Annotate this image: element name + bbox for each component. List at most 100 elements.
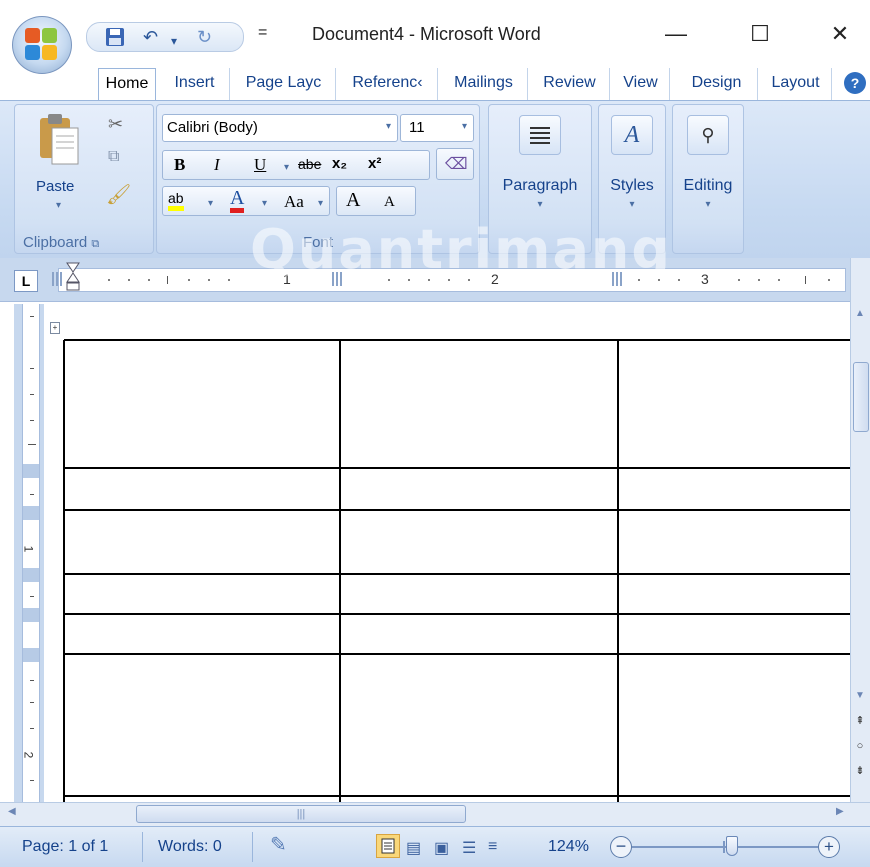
highlight-button[interactable]: ab — [168, 190, 184, 211]
zoom-slider-thumb[interactable] — [726, 836, 738, 856]
tab-selector-button[interactable]: L — [14, 270, 38, 292]
tab-page-layout[interactable]: Page Layc — [232, 68, 336, 100]
change-case-dropdown-icon[interactable]: ▾ — [318, 198, 323, 209]
clipboard-group: Clipboard ⧉ — [14, 104, 154, 254]
outline-icon[interactable]: ☰ — [462, 838, 476, 858]
paragraph-icon — [519, 115, 561, 155]
font-name-value: Calibri (Body) — [167, 119, 258, 136]
redo-icon[interactable]: ↻ — [197, 27, 212, 47]
scroll-thumb[interactable] — [853, 362, 869, 432]
vruler-ticks — [23, 316, 39, 781]
next-page-icon[interactable]: ⇟ — [853, 764, 867, 780]
help-icon[interactable]: ? — [844, 72, 866, 94]
zoom-level[interactable]: 124% — [548, 838, 589, 856]
word-count[interactable]: Words: 0 — [158, 838, 222, 856]
scroll-down-icon[interactable]: ▼ — [853, 690, 867, 702]
vruler-mark-2: 2 — [21, 751, 36, 759]
office-button[interactable] — [12, 16, 72, 74]
horizontal-scrollbar[interactable]: ◀ ||| ▶ — [0, 802, 870, 826]
page-count[interactable]: Page: 1 of 1 — [22, 838, 108, 856]
font-size-value: 11 — [409, 119, 425, 136]
minimize-button[interactable]: — — [652, 16, 700, 54]
quick-access-toolbar: ↶ ▾ ↻ — [86, 22, 244, 52]
format-painter-icon[interactable]: 🖌 — [106, 182, 131, 207]
zoom-in-icon[interactable]: + — [818, 836, 840, 858]
copy-icon[interactable]: ⧉ — [108, 148, 119, 166]
font-color-button[interactable]: A — [230, 188, 245, 213]
scroll-left-icon[interactable]: ◀ — [8, 806, 16, 817]
editing-group[interactable]: ⚲ Editing ▾ — [672, 104, 744, 254]
zoom-slider-track[interactable] — [632, 846, 818, 848]
vertical-ruler-strip: 1 2 — [21, 304, 40, 802]
strikethrough-button[interactable]: abe — [298, 156, 321, 172]
grow-font-button[interactable]: A — [346, 189, 360, 212]
font-format-toolbar — [162, 150, 430, 180]
paste-icon[interactable] — [36, 112, 80, 170]
binoculars-icon: ⚲ — [687, 115, 729, 155]
indent-marker[interactable] — [66, 262, 80, 292]
styles-icon: A — [611, 115, 653, 155]
editing-label: Editing — [683, 177, 733, 194]
italic-button[interactable]: I — [214, 155, 220, 175]
styles-label: Styles — [610, 177, 654, 194]
highlight-dropdown-icon[interactable]: ▾ — [208, 198, 213, 209]
divider — [142, 832, 143, 862]
font-color-dropdown-icon[interactable]: ▾ — [262, 198, 267, 209]
scroll-thumb[interactable]: ||| — [136, 805, 466, 823]
ruler-mark-3: 3 — [701, 271, 709, 287]
underline-button[interactable]: U — [254, 155, 266, 175]
underline-dropdown-icon[interactable]: ▾ — [284, 162, 289, 173]
tab-design[interactable]: Design — [676, 68, 758, 100]
document-page[interactable]: + — [44, 302, 850, 802]
window-title: Document4 - Microsoft Word — [312, 24, 541, 44]
subscript-button[interactable]: x₂ — [332, 155, 347, 172]
paste-dropdown-icon[interactable]: ▾ — [56, 200, 61, 211]
web-layout-icon[interactable]: ▣ — [434, 838, 449, 858]
chevron-down-icon: ▾ — [629, 199, 635, 210]
watermark: Quantrimang — [250, 218, 672, 281]
tab-view[interactable]: View — [612, 68, 670, 100]
bold-button[interactable]: B — [174, 155, 185, 175]
tab-review[interactable]: Review — [530, 68, 610, 100]
scroll-up-icon[interactable]: ▲ — [853, 308, 867, 320]
draft-icon[interactable]: ≡ — [488, 838, 497, 856]
chevron-down-icon: ▾ — [385, 121, 391, 132]
previous-page-icon[interactable]: ⇞ — [853, 714, 867, 730]
proofing-icon[interactable]: ✎ — [270, 832, 287, 857]
shrink-font-button[interactable]: A — [384, 194, 395, 211]
clear-formatting-icon: ⌫ — [445, 156, 468, 173]
tab-insert[interactable]: Insert — [160, 68, 230, 100]
maximize-button[interactable]: ☐ — [736, 16, 784, 54]
close-button[interactable]: ✕ — [816, 16, 864, 54]
tab-mailings[interactable]: Mailings — [440, 68, 528, 100]
tab-layout[interactable]: Layout — [760, 68, 832, 100]
select-browse-object-icon[interactable]: ○ — [853, 740, 867, 756]
superscript-button[interactable]: x² — [368, 155, 381, 172]
divider — [252, 832, 253, 862]
font-size-dropdown[interactable]: 11 ▾ — [400, 114, 474, 142]
font-name-dropdown[interactable]: Calibri (Body) ▾ — [162, 114, 398, 142]
dialog-launcher-icon[interactable]: ⧉ — [91, 238, 99, 250]
change-case-button[interactable]: Aa — [284, 192, 304, 212]
save-icon[interactable] — [105, 27, 125, 51]
tab-home[interactable]: Home — [98, 68, 156, 102]
paste-button[interactable]: Paste — [36, 178, 74, 195]
qat-customize-button[interactable]: = — [258, 24, 267, 42]
undo-dropdown-icon[interactable]: ▾ — [171, 31, 177, 51]
undo-icon[interactable]: ↶ — [143, 27, 158, 47]
vertical-scrollbar[interactable]: ▲ ▼ ⇞ ○ ⇟ — [850, 258, 870, 802]
print-layout-icon[interactable] — [376, 834, 400, 858]
column-marker[interactable] — [52, 272, 64, 286]
vruler-mark-1: 1 — [21, 545, 36, 553]
full-screen-reading-icon[interactable]: ▤ — [406, 838, 421, 858]
clear-formatting-button[interactable]: ⌫ — [436, 148, 474, 180]
chevron-down-icon: ▾ — [461, 121, 467, 132]
chevron-down-icon: ▾ — [537, 199, 543, 210]
scroll-right-icon[interactable]: ▶ — [836, 806, 844, 817]
clipboard-group-label: Clipboard — [23, 234, 88, 251]
tab-references[interactable]: Referenc‹ — [338, 68, 438, 100]
font-color-toolbar — [162, 186, 330, 216]
zoom-out-icon[interactable]: − — [610, 836, 632, 858]
cut-icon[interactable]: ✂ — [108, 114, 123, 135]
chevron-down-icon: ▾ — [705, 199, 711, 210]
